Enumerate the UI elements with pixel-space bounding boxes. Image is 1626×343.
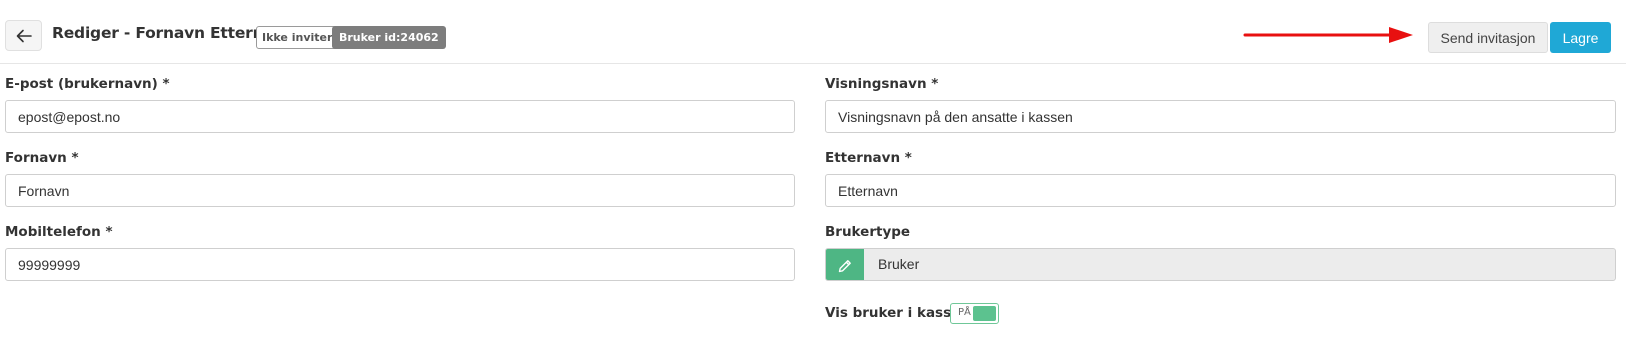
show-in-register-toggle[interactable]: PÅ [950,303,999,324]
red-arrow-annotation [1243,27,1413,43]
show-in-register-label: Vis bruker i kassen [825,305,970,321]
user-type-value: Bruker [878,256,920,272]
mobile-label: Mobiltelefon * [5,224,113,240]
display-name-label: Visningsnavn * [825,76,939,92]
page-header: Rediger - Fornavn Etternavn Ikke inviter… [0,0,1626,64]
send-invitation-button[interactable]: Send invitasjon [1428,22,1548,53]
user-type-edit-button[interactable] [826,249,864,280]
user-id-badge: Bruker id:24062 [332,26,446,49]
mobile-field[interactable] [5,248,795,281]
first-name-field[interactable] [5,174,795,207]
email-field[interactable] [5,100,795,133]
toggle-knob [973,306,996,321]
first-name-label: Fornavn * [5,150,79,166]
back-button[interactable] [5,20,42,51]
toggle-state-text: PÅ [958,307,971,318]
user-type-label: Brukertype [825,224,911,240]
last-name-label: Etternavn * [825,150,912,166]
save-button[interactable]: Lagre [1550,22,1611,53]
status-badge: Ikke invitert [256,26,344,49]
arrow-left-icon [16,29,32,42]
pencil-icon [838,259,851,272]
last-name-field[interactable] [825,174,1616,207]
user-type-field: Bruker [825,248,1616,281]
email-label: E-post (brukernavn) * [5,76,170,92]
display-name-field[interactable] [825,100,1616,133]
